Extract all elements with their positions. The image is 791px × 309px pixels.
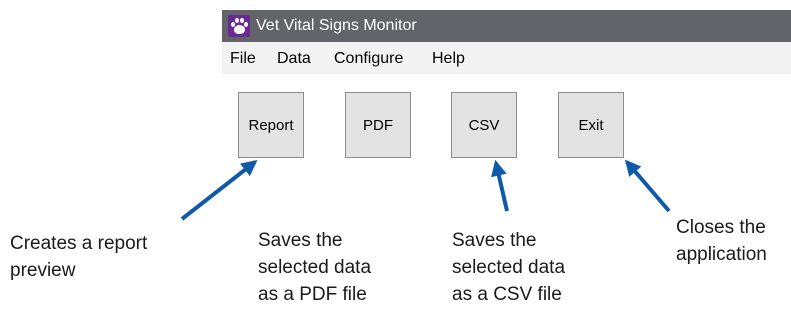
exit-button[interactable]: Exit xyxy=(558,92,624,158)
report-caption: Creates a report preview xyxy=(10,233,148,281)
paw-icon xyxy=(228,15,250,37)
menu-help[interactable]: Help xyxy=(432,42,465,76)
menu-file[interactable]: File xyxy=(230,42,256,76)
window-title: Vet Vital Signs Monitor xyxy=(256,17,417,34)
menu-configure[interactable]: Configure xyxy=(334,42,403,76)
csv-caption: Saves the selected data as a CSV file xyxy=(452,230,566,305)
pdf-button[interactable]: PDF xyxy=(345,92,411,158)
exit-arrow xyxy=(624,159,671,213)
csv-arrow xyxy=(491,159,509,212)
pdf-caption: Saves the selected data as a PDF file xyxy=(258,230,372,305)
exit-caption: Closes the application xyxy=(676,217,767,265)
menu-data[interactable]: Data xyxy=(277,42,311,76)
report-arrow xyxy=(180,160,258,221)
menu-bar: File Data Configure Help xyxy=(222,42,791,74)
window-titlebar: Vet Vital Signs Monitor xyxy=(222,10,791,42)
csv-button[interactable]: CSV xyxy=(451,92,517,158)
report-button[interactable]: Report xyxy=(238,92,304,158)
